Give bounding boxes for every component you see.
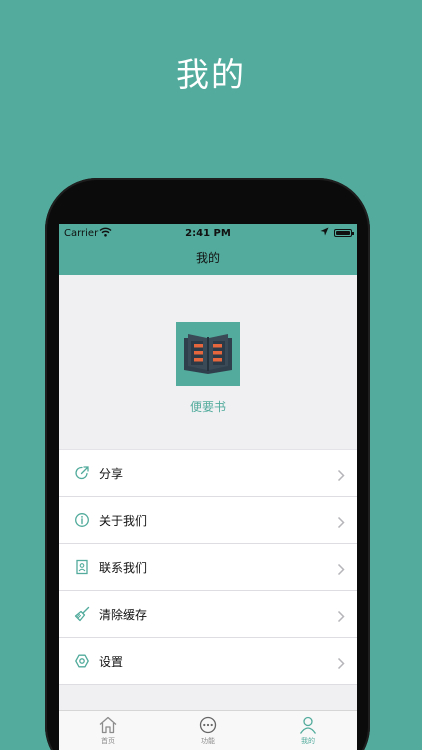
menu-item-share[interactable]: 分享: [59, 450, 357, 497]
settings-menu: 分享 关于我们 联系我们 清除缓存 设置: [59, 449, 357, 685]
tab-functions[interactable]: 功能: [178, 716, 238, 746]
chevron-right-icon: [337, 608, 345, 623]
menu-item-about[interactable]: 关于我们: [59, 497, 357, 544]
info-icon: [74, 512, 90, 528]
chevron-right-icon: [337, 514, 345, 529]
location-arrow-icon: [320, 227, 329, 239]
chevron-right-icon: [337, 561, 345, 576]
tab-bar: 首页 功能 我的: [59, 710, 357, 750]
status-time: 2:41 PM: [185, 228, 231, 239]
menu-item-contact[interactable]: 联系我们: [59, 544, 357, 591]
battery-icon: [334, 229, 354, 237]
tab-label-mine: 我的: [301, 737, 315, 745]
status-bar: Carrier 2:41 PM: [59, 224, 357, 243]
phone-screen: Carrier 2:41 PM 我的 便要书 分享 关于我们 联系我们 清除缓存…: [59, 224, 357, 750]
menu-label-share: 分享: [99, 467, 124, 481]
tab-label-functions: 功能: [201, 737, 215, 745]
chevron-right-icon: [337, 655, 345, 670]
nav-title: 我的: [59, 243, 357, 275]
app-name: 便要书: [189, 400, 226, 414]
menu-label-settings: 设置: [99, 655, 124, 669]
menu-label-clear-cache: 清除缓存: [99, 608, 148, 622]
menu-label-contact: 联系我们: [99, 561, 148, 575]
home-icon: [99, 716, 117, 734]
settings-icon: [74, 653, 90, 669]
contact-icon: [74, 559, 90, 575]
menu-label-about: 关于我们: [99, 514, 148, 528]
broom-icon: [74, 606, 90, 622]
more-icon: [199, 716, 217, 734]
tab-mine[interactable]: 我的: [278, 716, 338, 746]
tab-label-home: 首页: [101, 737, 115, 745]
share-icon: [74, 465, 90, 481]
open-book-icon: [176, 322, 240, 386]
chevron-right-icon: [337, 467, 345, 482]
menu-item-settings[interactable]: 设置: [59, 638, 357, 685]
promo-title: 我的: [176, 55, 246, 94]
tab-home[interactable]: 首页: [78, 716, 138, 746]
menu-item-clear-cache[interactable]: 清除缓存: [59, 591, 357, 638]
person-icon: [299, 716, 317, 734]
